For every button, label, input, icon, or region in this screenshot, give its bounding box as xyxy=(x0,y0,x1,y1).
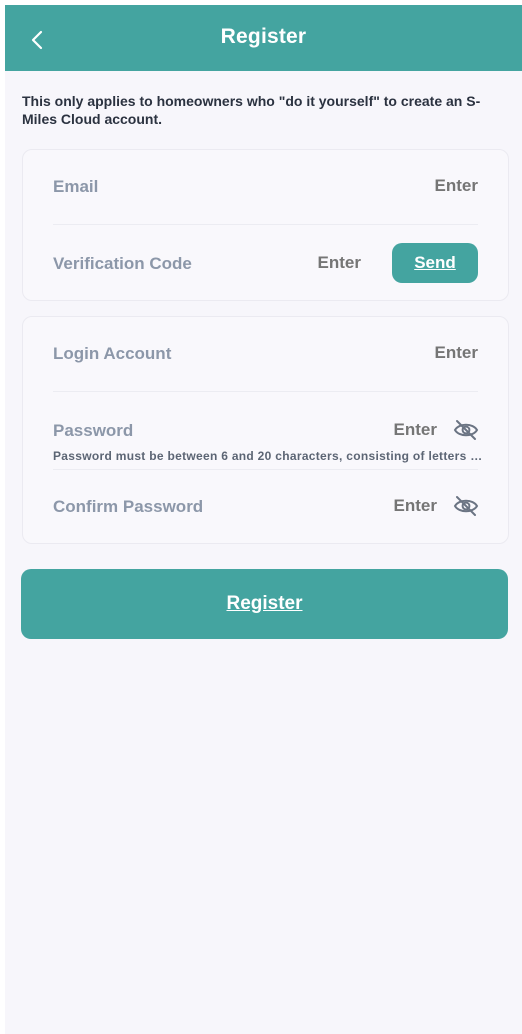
header-bar: Register xyxy=(5,5,522,71)
eye-slash-icon xyxy=(453,496,479,516)
email-input[interactable] xyxy=(323,176,478,196)
password-hint: Password must be between 6 and 20 charac… xyxy=(53,449,483,463)
login-account-input[interactable] xyxy=(323,343,478,363)
toggle-confirm-password-visibility[interactable] xyxy=(453,495,479,517)
register-button[interactable]: Register xyxy=(21,569,508,639)
password-label: Password xyxy=(53,421,134,440)
verification-code-label: Verification Code xyxy=(53,254,192,273)
confirm-password-input[interactable] xyxy=(323,496,437,516)
password-input[interactable] xyxy=(323,420,437,440)
divider xyxy=(53,224,478,225)
page-title: Register xyxy=(220,25,307,48)
confirm-password-label: Confirm Password xyxy=(53,497,204,516)
verification-code-input[interactable] xyxy=(263,253,361,273)
login-account-label: Login Account xyxy=(53,344,172,363)
toggle-password-visibility[interactable] xyxy=(453,419,479,441)
divider xyxy=(53,391,478,392)
eye-slash-icon xyxy=(453,420,479,440)
email-label: Email xyxy=(53,177,99,196)
account-card: Login Account Password Password must be … xyxy=(22,316,509,544)
send-code-button[interactable]: Send xyxy=(392,243,478,283)
divider xyxy=(53,469,478,470)
info-note: This only applies to homeowners who "do … xyxy=(22,93,481,127)
register-screen: Register This only applies to homeowners… xyxy=(5,5,522,1034)
email-card: Email Verification Code Send xyxy=(22,149,509,301)
